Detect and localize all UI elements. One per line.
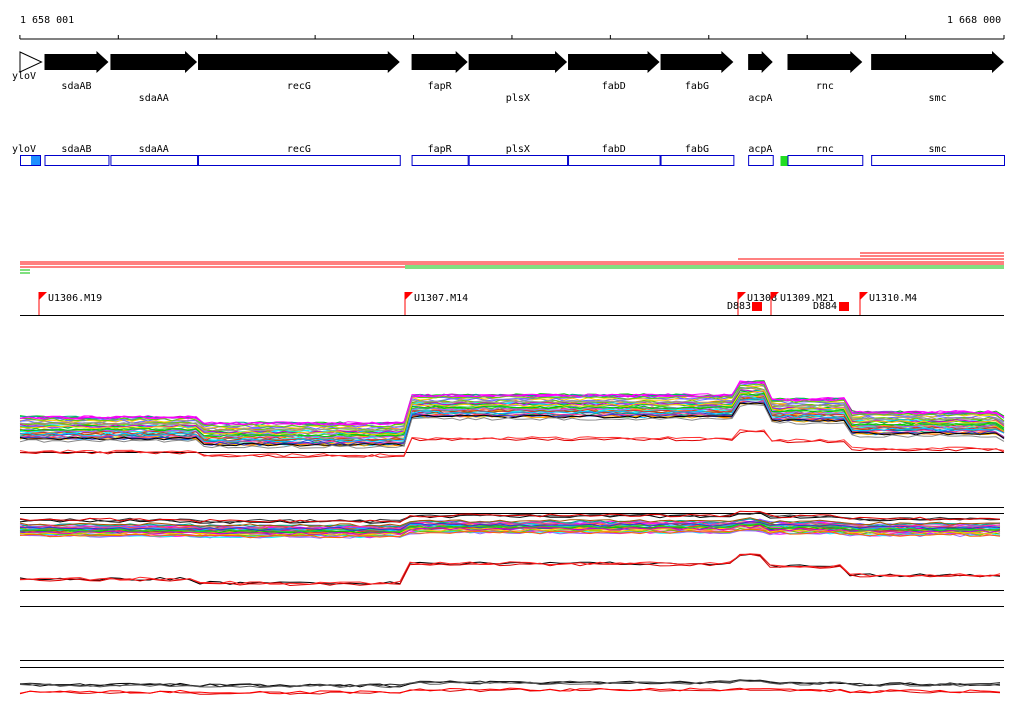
tu-label: U1310.M4 [869, 293, 917, 304]
gene-arrow-fapR [411, 51, 468, 73]
gene-arrow-acpA [748, 51, 773, 73]
gene-label-rnc: rnc [816, 81, 834, 92]
gene-box-recG [198, 155, 401, 166]
gene-label-yloV: yloV [12, 71, 36, 82]
gene-box-label-fabD: fabD [602, 144, 626, 155]
expression-profile-panel-2 [19, 507, 1004, 607]
terminator-box [752, 302, 762, 311]
gene-arrow-rnc [787, 51, 863, 73]
gene-box-label-rnc: rnc [816, 144, 834, 155]
gene-arrow-track: yloV sdaAB sdaAA recG fapR plsX fabD fabG acpA rn… [12, 51, 1004, 104]
gene-label-sdaAA: sdaAA [139, 93, 169, 104]
gene-label-smc: smc [929, 93, 947, 104]
gene-box-fabD [568, 155, 661, 166]
gene-label-recG: recG [287, 81, 311, 92]
gene-label-plsX: plsX [506, 93, 530, 104]
gene-box-label-smc: smc [929, 144, 947, 155]
green-marker [780, 156, 788, 166]
profile-trace [19, 553, 1001, 587]
gene-box-label-recG: recG [287, 144, 311, 155]
promoter-flag [39, 292, 47, 300]
gene-box-label-plsX: plsX [506, 144, 530, 155]
gene-box-label-sdaAA: sdaAA [139, 144, 169, 155]
gene-box-label-acpA: acpA [748, 144, 772, 155]
gene-box-plsX [468, 155, 569, 166]
gene-label-acpA: acpA [748, 93, 772, 104]
terminator-box [839, 302, 849, 311]
promoter-flag [405, 292, 413, 300]
gene-box-label-fabG: fabG [685, 144, 709, 155]
promoter-flag [860, 292, 868, 300]
promoter-flag [738, 292, 746, 300]
gene-box-smc [871, 155, 1006, 166]
gene-box-sdaAB [44, 155, 110, 166]
terminator-label: D883 [727, 301, 751, 312]
gene-arrow-plsX [468, 51, 568, 73]
expression-profile-panel-3 [19, 660, 1004, 695]
terminator-label: D884 [813, 301, 837, 312]
ruler-end-label: 1 668 000 [947, 15, 1001, 26]
tu-label: U1307.M14 [414, 293, 468, 304]
gene-label-sdaAB: sdaAB [61, 81, 91, 92]
gene-box-rnc [787, 155, 864, 166]
expression-profile-panel-1 [19, 380, 1005, 459]
gene-box-label-sdaAB: sdaAB [61, 144, 91, 155]
gene-box-label-yloV: yloV [12, 144, 36, 155]
gene-box-sdaAA [110, 155, 199, 166]
genome-browser-view: 1 658 001 1 668 000 yloV sdaAB sdaAA recG fa… [0, 0, 1024, 714]
genome-track-canvas: 1 658 001 1 668 000 yloV sdaAB sdaAA recG fa… [12, 15, 1006, 695]
gene-box-track: yloV sdaAB sdaAA recG fapR plsX fabD fabG acpA rn… [12, 144, 1006, 166]
gene-arrow-fabG [660, 51, 734, 73]
gene-arrow-fabD [568, 51, 660, 73]
gene-box-label-fapR: fapR [428, 144, 453, 155]
gene-label-fabD: fabD [602, 81, 626, 92]
profile-trace [19, 553, 1001, 585]
blue-marker [31, 156, 40, 165]
coordinate-ruler: 1 658 001 1 668 000 [19, 15, 1005, 40]
gene-arrow-sdaAB [44, 51, 109, 73]
coverage-bar-track [20, 252, 1004, 274]
gene-arrow-smc [871, 51, 1004, 73]
gene-arrow-recG [198, 51, 400, 73]
gene-label-fabG: fabG [685, 81, 709, 92]
gene-arrow-yloV [19, 51, 43, 73]
gene-arrow-sdaAA [110, 51, 198, 73]
gene-box-acpA [748, 155, 774, 166]
transcription-unit-track: U1306.M19 U1307.M14 U1308 U1309.M21 U1310.M4… [20, 292, 1004, 316]
gene-label-fapR: fapR [428, 81, 453, 92]
ruler-start-label: 1 658 001 [20, 15, 74, 26]
gene-box-fapR [411, 155, 469, 166]
profile-trace [19, 687, 1001, 695]
tu-label: U1306.M19 [48, 293, 102, 304]
gene-box-fabG [660, 155, 735, 166]
